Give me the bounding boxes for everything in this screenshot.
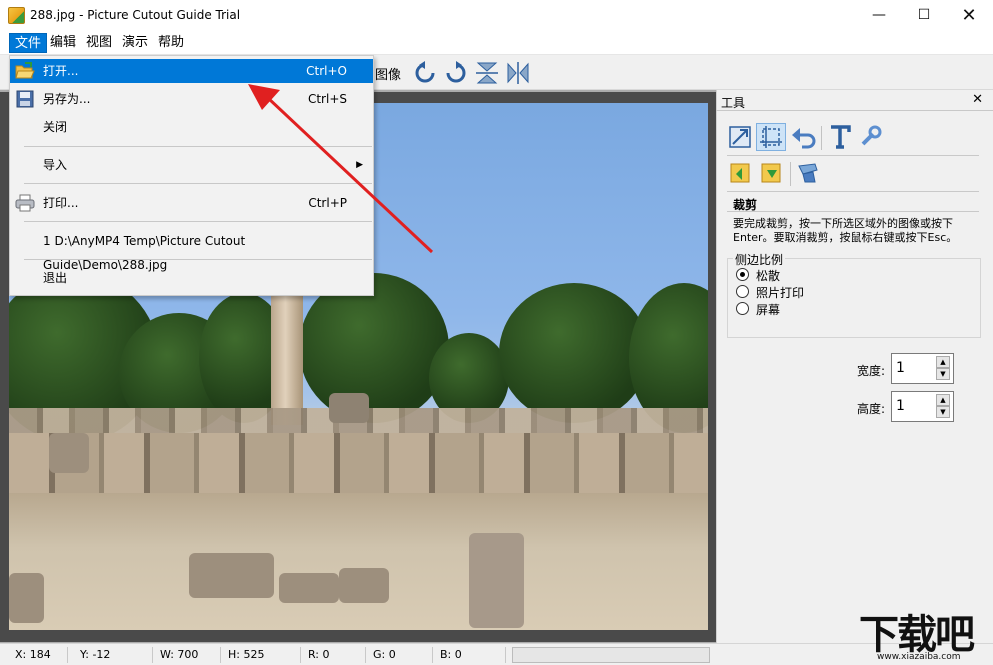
status-bar: X: 184 Y: -12 W: 700 H: 525 R: 0 G: 0 B:… — [0, 643, 993, 665]
menu-item-import[interactable]: 导入 ▶ — [10, 153, 373, 177]
spin-down-icon[interactable]: ▼ — [936, 368, 950, 380]
watermark-logo: 下载吧 www.xiazaiba.com — [855, 602, 993, 665]
app-icon — [8, 7, 25, 24]
open-label: 打开... — [43, 64, 79, 78]
tool-panel-close-icon[interactable]: ✕ — [972, 92, 983, 107]
menu-separator — [24, 259, 372, 260]
width-value[interactable]: 1 — [896, 360, 905, 376]
panel-divider — [727, 191, 979, 192]
radio-label: 照片打印 — [756, 286, 805, 300]
status-h: H: 525 — [228, 648, 265, 661]
spin-up-icon[interactable]: ▲ — [936, 356, 950, 368]
resize-icon[interactable] — [727, 124, 753, 150]
height-label: 高度: — [857, 402, 886, 416]
radio-label: 屏幕 — [756, 303, 781, 317]
menu-item-close[interactable]: 关闭 — [10, 115, 373, 139]
close-label: 关闭 — [43, 120, 68, 134]
rotate-right-icon[interactable] — [444, 61, 468, 85]
radio-button[interactable] — [736, 302, 749, 315]
panel-divider — [727, 211, 979, 212]
toolbar-image-label: 图像 — [375, 68, 402, 83]
submenu-arrow-icon: ▶ — [356, 160, 363, 170]
status-b: B: 0 — [440, 648, 462, 661]
rotate-left-icon[interactable] — [413, 61, 437, 85]
import-image-icon[interactable] — [728, 160, 754, 186]
folder-open-icon — [15, 62, 35, 79]
menu-item-exit[interactable]: 退出 — [10, 266, 373, 290]
aspect-ratio-title: 侧边比例 — [733, 251, 786, 268]
menu-demo[interactable]: 演示 — [117, 33, 153, 53]
floppy-disk-icon — [16, 90, 34, 108]
undo-icon[interactable] — [790, 125, 816, 151]
panel-divider — [727, 155, 979, 156]
crop-icon — [760, 126, 782, 148]
menu-edit[interactable]: 编辑 — [45, 33, 81, 53]
export-image-icon[interactable] — [759, 160, 785, 186]
exit-label: 退出 — [43, 271, 68, 285]
tool-panel-header: 工具 ✕ — [716, 91, 993, 111]
crop-tool-selected[interactable] — [756, 123, 786, 151]
open-shortcut: Ctrl+O — [306, 64, 347, 78]
flip-vertical-icon[interactable] — [475, 61, 499, 85]
radio-button[interactable] — [736, 285, 749, 298]
title-bar: 288.jpg - Picture Cutout Guide Trial — ☐… — [0, 0, 993, 31]
toolbar-divider — [821, 126, 822, 150]
text-icon[interactable] — [828, 124, 854, 150]
menu-separator — [24, 221, 372, 222]
flip-horizontal-icon[interactable] — [506, 61, 530, 85]
width-stepper[interactable]: 1 ▲ ▼ — [891, 353, 954, 384]
status-g: G: 0 — [373, 648, 396, 661]
print-label: 打印... — [43, 196, 79, 210]
menu-view[interactable]: 视图 — [81, 33, 117, 53]
status-x: X: 184 — [15, 648, 51, 661]
wrench-icon[interactable] — [857, 124, 883, 150]
stamp-icon[interactable] — [795, 160, 821, 186]
spin-down-icon[interactable]: ▼ — [936, 406, 950, 418]
menu-help[interactable]: 帮助 — [153, 33, 189, 53]
status-r: R: 0 — [308, 648, 330, 661]
ancient-column — [271, 295, 303, 425]
menu-file[interactable]: 文件 — [9, 33, 48, 53]
menu-separator — [24, 146, 372, 147]
width-label: 宽度: — [857, 364, 886, 378]
minimize-button[interactable]: — — [856, 0, 902, 31]
menu-item-save-as[interactable]: 另存为... Ctrl+S — [10, 87, 373, 111]
menu-item-recent-file[interactable]: 1 D:\AnyMP4 Temp\Picture Cutout Guide\De… — [10, 229, 373, 272]
print-shortcut: Ctrl+P — [308, 196, 347, 210]
spin-up-icon[interactable]: ▲ — [936, 394, 950, 406]
height-value[interactable]: 1 — [896, 398, 905, 414]
import-label: 导入 — [43, 158, 68, 172]
save-as-label: 另存为... — [43, 92, 91, 106]
radio-label: 松散 — [756, 269, 781, 283]
file-menu-dropdown: 打开... Ctrl+O 另存为... Ctrl+S 关闭 导入 ▶ 打印...… — [9, 55, 374, 296]
menu-separator — [24, 183, 372, 184]
maximize-button[interactable]: ☐ — [901, 0, 947, 31]
printer-icon — [15, 194, 35, 212]
status-y: Y: -12 — [80, 648, 111, 661]
tool-panel-title: 工具 — [721, 96, 746, 110]
window-title: 288.jpg - Picture Cutout Guide Trial — [30, 8, 241, 22]
crop-description: 要完成裁剪，按一下所选区域外的图像或按下Enter。要取消裁剪，按鼠标右键或按下… — [733, 217, 958, 244]
menu-item-print[interactable]: 打印... Ctrl+P — [10, 191, 373, 215]
progress-bar — [512, 647, 710, 663]
menu-item-open[interactable]: 打开... Ctrl+O — [10, 59, 373, 83]
menu-bar: 文件 编辑 视图 演示 帮助 — [0, 31, 993, 55]
height-stepper[interactable]: 1 ▲ ▼ — [891, 391, 954, 422]
close-window-button[interactable]: ✕ — [946, 0, 992, 31]
radio-button-checked[interactable] — [736, 268, 749, 281]
toolbar-divider — [790, 162, 791, 186]
watermark-url: www.xiazaiba.com — [877, 652, 961, 662]
status-w: W: 700 — [160, 648, 199, 661]
save-as-shortcut: Ctrl+S — [307, 92, 347, 106]
